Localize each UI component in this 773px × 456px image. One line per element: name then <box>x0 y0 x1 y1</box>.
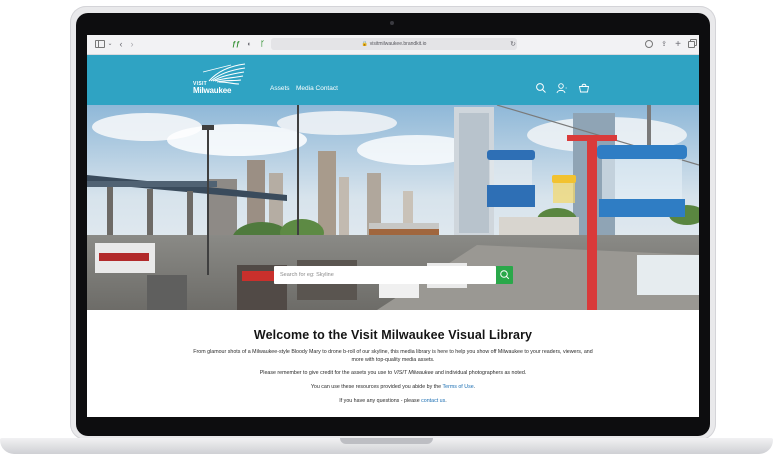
nav-assets[interactable]: Assets <box>270 85 290 93</box>
extension-figure-icon[interactable]: ᚴ <box>258 39 267 50</box>
search-icon[interactable] <box>535 82 547 94</box>
contact-text-after: . <box>445 398 447 404</box>
credit-text-after: and individual photographers as noted. <box>433 370 527 376</box>
address-bar[interactable]: 🔒 visitmilwaukee.brandkit.io <box>271 38 517 50</box>
hero-search-button[interactable] <box>496 266 513 284</box>
chevron-down-icon[interactable]: ⌄ <box>107 39 113 50</box>
intro-paragraph: From glamour shots of a Milwaukee-style … <box>193 349 593 363</box>
page-title: Welcome to the Visit Milwaukee Visual Li… <box>253 328 533 342</box>
share-icon[interactable]: ⇪ <box>659 39 669 50</box>
terms-text-after: . <box>473 384 476 390</box>
site-header: VISIT Milwaukee Assets Media Contact <box>87 55 699 105</box>
reload-icon[interactable]: ↻ <box>509 39 517 50</box>
hero-banner <box>87 105 699 310</box>
logo-text-milwaukee: Milwaukee <box>193 86 232 95</box>
search-icon <box>500 270 510 280</box>
extension-icon[interactable]: ƒƒ <box>231 39 241 50</box>
credit-text-brand: VISIT Milwaukee <box>393 370 434 376</box>
credit-paragraph: Please remember to give credit for the a… <box>187 370 599 378</box>
back-icon[interactable]: ‹ <box>117 39 125 50</box>
terms-paragraph: You can use these resources provided you… <box>187 384 599 392</box>
camera-dot <box>390 21 394 25</box>
download-icon[interactable] <box>644 39 654 50</box>
contact-us-link[interactable]: contact us <box>421 398 445 404</box>
new-tab-icon[interactable]: + <box>673 39 683 50</box>
privacy-shield-icon[interactable]: ◐ <box>245 39 254 50</box>
nav-media-contact[interactable]: Media Contact <box>296 85 338 93</box>
credit-text-before: Please remember to give credit for the a… <box>259 370 394 376</box>
url-text: visitmilwaukee.brandkit.io <box>369 41 427 47</box>
tabs-overview-icon[interactable] <box>686 39 696 50</box>
contact-paragraph: If you have any questions - please conta… <box>187 398 599 406</box>
sidebar-toggle-icon[interactable] <box>95 39 105 50</box>
user-icon[interactable] <box>556 82 568 94</box>
forward-icon[interactable]: › <box>128 39 136 50</box>
terms-of-use-link[interactable]: Terms of Use <box>442 384 473 390</box>
lock-icon: 🔒 <box>361 41 368 47</box>
browser-toolbar: ⌄ ‹ › ƒƒ ◐ ᚴ 🔒 visitmilwaukee.brandkit.io… <box>87 35 699 55</box>
cart-icon[interactable] <box>578 82 590 94</box>
laptop-notch <box>340 438 433 444</box>
welcome-section: Welcome to the Visit Milwaukee Visual Li… <box>87 310 699 417</box>
contact-text-before: If you have any questions - please <box>339 398 422 404</box>
browser-window: ⌄ ‹ › ƒƒ ◐ ᚴ 🔒 visitmilwaukee.brandkit.io… <box>87 35 699 417</box>
terms-text-before: You can use these resources provided you… <box>310 384 443 390</box>
hero-search-input[interactable] <box>274 266 482 284</box>
